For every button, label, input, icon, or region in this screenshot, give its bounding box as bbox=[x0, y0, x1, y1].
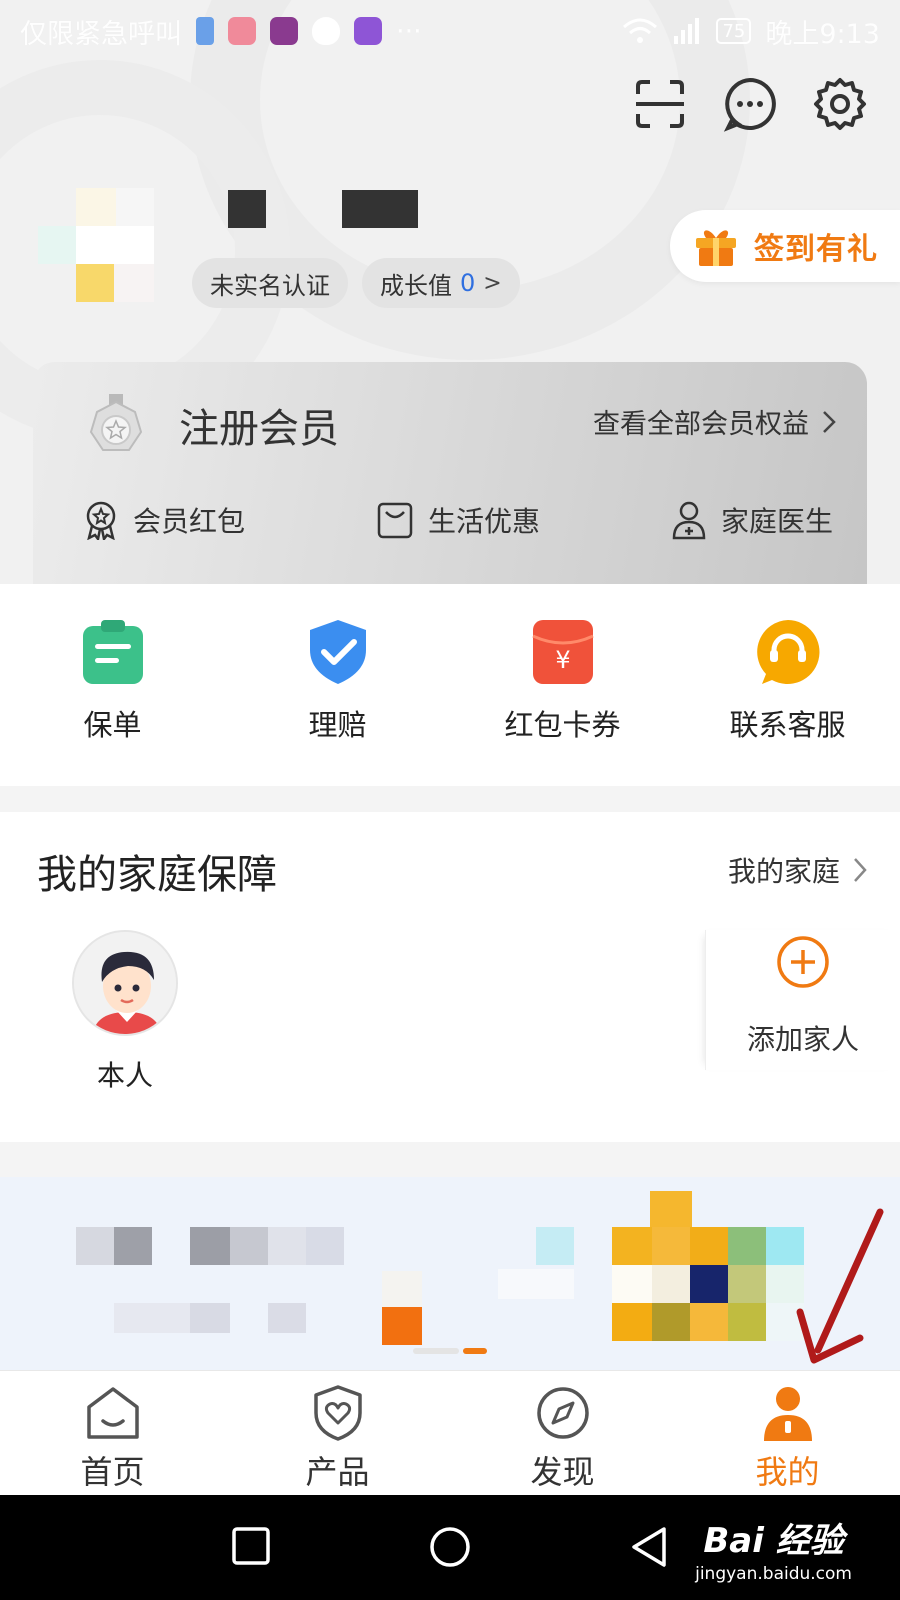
gift-icon bbox=[696, 230, 736, 266]
growth-tag[interactable]: 成长值 0 > bbox=[362, 258, 520, 308]
message-icon[interactable] bbox=[722, 76, 778, 132]
tab-products[interactable]: 产品 bbox=[225, 1371, 450, 1495]
family-title: 我的家庭保障 bbox=[37, 852, 277, 898]
quick-action-label: 红包卡券 bbox=[504, 708, 621, 742]
home-circle-icon[interactable] bbox=[428, 1525, 472, 1569]
perk-label: 生活优惠 bbox=[427, 505, 540, 538]
battery-saver-icon bbox=[196, 17, 214, 45]
family-member-avatar bbox=[72, 930, 178, 1036]
tab-label: 发现 bbox=[530, 1453, 595, 1491]
chevron-right-icon bbox=[854, 858, 867, 882]
quick-action-label: 理赔 bbox=[308, 708, 367, 742]
customer-service-icon bbox=[756, 620, 819, 684]
member-perks: 会员红包 生活优惠 家庭医生 bbox=[83, 500, 833, 540]
growth-label: 成长值 bbox=[380, 271, 452, 300]
my-family-link[interactable]: 我的家庭 bbox=[728, 850, 868, 890]
compass-icon bbox=[536, 1387, 589, 1439]
signal-icon bbox=[674, 18, 700, 44]
app-notification-icon bbox=[270, 17, 298, 45]
profile-tags: 未实名认证 成长值 0 > bbox=[192, 258, 520, 308]
checkin-button[interactable]: 签到有礼 bbox=[670, 210, 900, 282]
bottom-tab-bar: 首页 产品 发现 我的 bbox=[0, 1370, 900, 1495]
clock: 晚上9:13 bbox=[765, 18, 880, 50]
scan-icon[interactable] bbox=[632, 76, 688, 132]
member-level-title: 注册会员 bbox=[179, 406, 339, 452]
add-family-button[interactable]: 添加家人 bbox=[705, 930, 900, 1070]
member-card[interactable]: 注册会员 查看全部会员权益 会员红包 生活优惠 家庭医生 bbox=[33, 362, 867, 584]
member-benefits-link[interactable]: 查看全部会员权益 bbox=[593, 402, 837, 441]
add-circle-icon bbox=[777, 936, 829, 988]
annotation-arrow-icon bbox=[796, 1208, 884, 1364]
red-envelope-icon: ¥ bbox=[531, 620, 594, 684]
user-name-redacted bbox=[228, 190, 418, 228]
wifi-icon bbox=[623, 18, 658, 43]
badge-icon bbox=[86, 501, 116, 540]
perk-member-redpacket[interactable]: 会员红包 bbox=[83, 500, 245, 540]
quick-actions: 保单 理赔 ¥ 红包卡券 联系客服 bbox=[0, 584, 900, 786]
quick-action-coupons[interactable]: ¥ 红包卡券 bbox=[450, 584, 675, 786]
tab-home[interactable]: 首页 bbox=[0, 1371, 225, 1495]
baidu-watermark: Bai 经验 jingyan.baidu.com bbox=[695, 1513, 852, 1584]
quick-action-claim[interactable]: 理赔 bbox=[225, 584, 450, 786]
recent-apps-icon[interactable] bbox=[230, 1525, 272, 1567]
home-icon bbox=[86, 1387, 139, 1439]
settings-icon[interactable] bbox=[812, 76, 868, 132]
promo-banner[interactable] bbox=[0, 1177, 900, 1370]
claim-shield-icon bbox=[309, 620, 366, 684]
tab-label: 我的 bbox=[755, 1453, 820, 1491]
family-member-self[interactable]: 本人 bbox=[72, 930, 178, 1094]
status-bar: 仅限紧急呼叫 ··· 75 晚上9:13 bbox=[0, 0, 900, 62]
member-benefits-label: 查看全部会员权益 bbox=[593, 409, 809, 440]
top-actions bbox=[632, 76, 868, 132]
app-notification-icon bbox=[354, 17, 382, 45]
tab-mine[interactable]: 我的 bbox=[675, 1371, 900, 1495]
family-member-label: 本人 bbox=[96, 1059, 153, 1092]
perk-label: 家庭医生 bbox=[720, 505, 833, 538]
status-emergency-text: 仅限紧急呼叫 bbox=[20, 18, 182, 50]
quick-action-label: 联系客服 bbox=[729, 708, 846, 742]
tab-discover[interactable]: 发现 bbox=[450, 1371, 675, 1495]
perk-life-discount[interactable]: 生活优惠 bbox=[376, 500, 540, 540]
realname-tag[interactable]: 未实名认证 bbox=[192, 258, 348, 308]
growth-chevron: > bbox=[483, 270, 502, 296]
avatar[interactable] bbox=[38, 188, 156, 306]
banner-pager bbox=[413, 1348, 487, 1354]
perk-family-doctor[interactable]: 家庭医生 bbox=[671, 500, 833, 540]
back-triangle-icon[interactable] bbox=[628, 1525, 670, 1569]
add-family-label: 添加家人 bbox=[746, 1023, 859, 1056]
quick-action-policy[interactable]: 保单 bbox=[0, 584, 225, 786]
quick-action-customer-service[interactable]: 联系客服 bbox=[675, 584, 900, 786]
my-family-label: 我的家庭 bbox=[727, 855, 840, 888]
svg-text:¥: ¥ bbox=[555, 646, 570, 674]
watermark-url: jingyan.baidu.com bbox=[695, 1564, 852, 1584]
growth-value: 0 bbox=[460, 269, 476, 297]
battery-indicator: 75 bbox=[716, 18, 752, 44]
more-notifications: ··· bbox=[396, 15, 422, 47]
perk-label: 会员红包 bbox=[133, 505, 246, 538]
quick-action-label: 保单 bbox=[83, 708, 142, 742]
shield-notification-icon bbox=[312, 17, 340, 45]
person-icon bbox=[763, 1387, 812, 1441]
watermark-brand: Bai 经验 bbox=[703, 1521, 844, 1561]
app-notification-icon bbox=[228, 17, 256, 45]
tab-label: 首页 bbox=[80, 1453, 145, 1491]
product-shield-icon bbox=[313, 1385, 362, 1441]
policy-icon bbox=[82, 620, 143, 684]
chevron-right-icon bbox=[823, 410, 836, 433]
bag-icon bbox=[377, 502, 413, 539]
medal-icon bbox=[89, 394, 143, 451]
tab-label: 产品 bbox=[305, 1453, 370, 1491]
realname-label: 未实名认证 bbox=[210, 271, 330, 300]
doctor-icon bbox=[672, 501, 706, 540]
checkin-label: 签到有礼 bbox=[754, 232, 878, 267]
family-section: 我的家庭保障 我的家庭 本人 添加家人 bbox=[0, 812, 900, 1142]
system-nav-bar: Bai 经验 jingyan.baidu.com bbox=[0, 1495, 900, 1600]
